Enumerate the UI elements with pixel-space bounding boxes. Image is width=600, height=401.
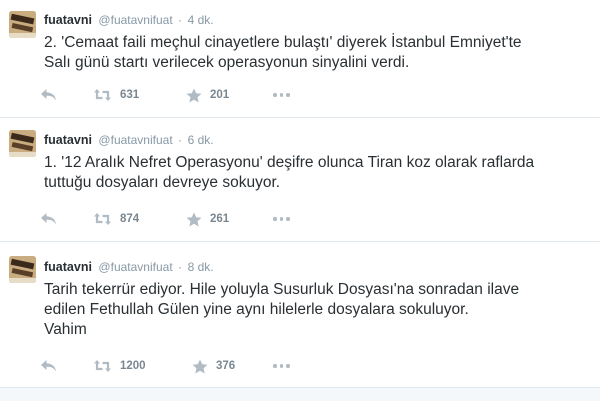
reply-button[interactable] [40,210,57,228]
favorite-button[interactable]: 201 [186,86,229,104]
retweet-button[interactable]: 874 [93,210,139,228]
avatar[interactable] [9,256,36,283]
username[interactable]: @fuatavnifuat [98,13,172,27]
tweet[interactable]: fuatavni @fuatavnifuat · 6 dk. 1. '12 Ar… [0,118,600,242]
timestamp[interactable]: 8 dk. [188,260,214,274]
favorite-count: 201 [210,89,230,101]
favorite-icon [186,212,202,226]
retweet-icon [94,360,111,372]
fullname[interactable]: fuatavni [44,133,92,147]
favorite-count: 376 [216,360,236,372]
retweet-button[interactable]: 631 [93,86,139,104]
fullname[interactable]: fuatavni [44,260,92,274]
fullname[interactable]: fuatavni [44,13,92,27]
favorite-button[interactable]: 261 [186,210,229,228]
more-icon [273,364,290,368]
tweet-header: fuatavni @fuatavnifuat · 4 dk. [44,12,214,28]
favorite-button[interactable]: 376 [192,357,235,375]
tweet-text: Tarih tekerrür ediyor. Hile yoluyla Susu… [44,281,520,338]
retweet-icon [94,89,111,101]
retweet-count: 1200 [120,360,146,372]
tweet-text: 2. 'Cemaat faili meçhul cinayetlere bula… [44,34,522,71]
tweet[interactable]: fuatavni @fuatavnifuat · 4 dk. 2. 'Cemaa… [0,0,600,118]
username[interactable]: @fuatavnifuat [98,260,172,274]
tweet-actions: 631 201 [40,86,340,104]
tweet[interactable]: fuatavni @fuatavnifuat · 8 dk. Tarih tek… [0,242,600,388]
more-button[interactable] [273,86,290,104]
tweet-actions: 1200 376 [40,357,340,375]
reply-button[interactable] [40,357,57,375]
favorite-icon [192,359,208,373]
avatar[interactable] [9,130,36,157]
reply-icon [41,89,56,101]
reply-icon [41,360,56,372]
retweet-count: 874 [120,213,140,225]
more-button[interactable] [273,210,290,228]
separator: · [178,260,183,274]
tweet-text: 1. '12 Aralık Nefret Operasyonu' deşifre… [44,154,535,191]
timeline: fuatavni @fuatavnifuat · 4 dk. 2. 'Cemaa… [0,0,600,401]
more-icon [273,217,290,221]
tweet-actions: 874 261 [40,210,340,228]
retweet-count: 631 [120,89,140,101]
more-icon [273,93,290,97]
timestamp[interactable]: 4 dk. [188,13,214,27]
favorite-icon [186,88,202,102]
timestamp[interactable]: 6 dk. [188,133,214,147]
tweet-header: fuatavni @fuatavnifuat · 8 dk. [44,259,214,275]
more-button[interactable] [273,357,290,375]
tweet-header: fuatavni @fuatavnifuat · 6 dk. [44,132,214,148]
retweet-icon [94,213,111,225]
separator: · [178,133,183,147]
reply-icon [41,213,56,225]
reply-button[interactable] [40,86,57,104]
separator: · [178,13,183,27]
username[interactable]: @fuatavnifuat [98,133,172,147]
retweet-button[interactable]: 1200 [93,357,146,375]
avatar[interactable] [9,11,36,38]
favorite-count: 261 [210,213,230,225]
